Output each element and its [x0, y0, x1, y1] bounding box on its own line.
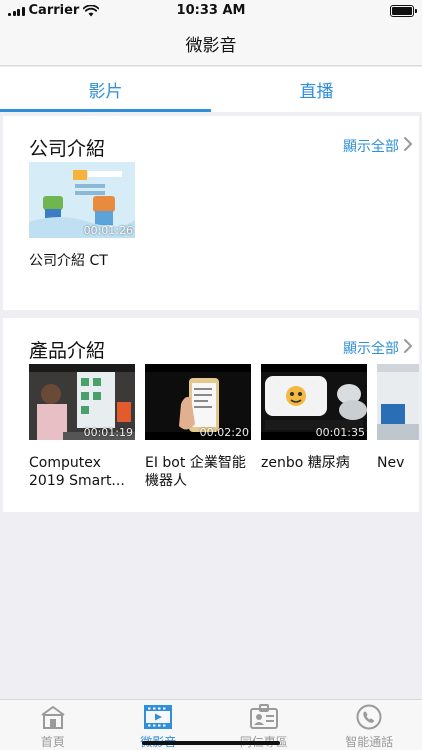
video-card[interactable]: 00:01:26 公司介紹 CT	[29, 162, 135, 269]
film-icon	[144, 705, 173, 729]
tabbar-item-home[interactable]: 首頁	[0, 700, 106, 750]
video-card[interactable]: 00:01:19 Computex 2019 Smart...	[29, 364, 135, 489]
computex-thumbnail[interactable]: 00:01:19	[29, 364, 135, 440]
section-title: 公司介紹	[29, 138, 106, 160]
show-all-link[interactable]: 顯示全部	[343, 136, 399, 156]
tabbar-label: 首頁	[40, 735, 65, 749]
section-company-intro: 公司介紹 顯示全部 00:01:26 公司介紹 CT	[3, 116, 419, 310]
battery-icon	[390, 5, 417, 17]
id-card-icon	[249, 704, 278, 729]
page-title: 微影音	[185, 36, 237, 56]
partial-thumbnail[interactable]	[377, 364, 419, 440]
video-duration: 00:02:20	[199, 426, 249, 439]
video-title[interactable]: EI bot 企業智能機器人	[145, 454, 251, 490]
video-duration: 00:01:19	[83, 426, 133, 439]
tab-live-label: 直播	[299, 82, 334, 102]
thumbnail-graphic	[377, 364, 419, 440]
chevron-right-icon[interactable]	[402, 338, 414, 354]
status-bar: Carrier 10:33 AM	[0, 0, 422, 22]
home-icon	[41, 706, 65, 729]
company-intro-thumbnail[interactable]: 00:01:26	[29, 162, 135, 238]
video-card[interactable]: 00:01:35 zenbo 糖尿病	[261, 364, 367, 471]
navigation-bar: 微影音	[0, 22, 422, 66]
phone-icon	[356, 704, 382, 730]
tabbar-item-smart-call[interactable]: 智能通話	[317, 700, 422, 750]
section-product-intro: 產品介紹 顯示全部 00:01:19 Computex 2019 Smart..…	[3, 318, 419, 512]
video-duration: 00:01:35	[315, 426, 365, 439]
tab-videos-label: 影片	[88, 82, 123, 102]
segment-tabs: 影片 直播	[0, 67, 422, 112]
video-title[interactable]: Nev	[377, 454, 419, 472]
tabbar-label: 智能通話	[345, 735, 394, 749]
video-card[interactable]: 00:02:20 EI bot 企業智能機器人	[145, 364, 251, 489]
tab-videos[interactable]: 影片	[0, 67, 211, 112]
video-title[interactable]: zenbo 糖尿病	[261, 454, 367, 472]
home-indicator	[142, 741, 280, 745]
ei-bot-thumbnail[interactable]: 00:02:20	[145, 364, 251, 440]
tab-live[interactable]: 直播	[211, 67, 422, 112]
section-title: 產品介紹	[29, 340, 106, 362]
chevron-right-icon[interactable]	[402, 136, 414, 152]
video-duration: 00:01:26	[83, 224, 133, 237]
zenbo-thumbnail[interactable]: 00:01:35	[261, 364, 367, 440]
status-time: 10:33 AM	[176, 3, 246, 18]
video-title[interactable]: 公司介紹 CT	[29, 252, 135, 270]
video-card[interactable]: Nev	[377, 364, 419, 471]
show-all-link[interactable]: 顯示全部	[343, 338, 399, 358]
video-title[interactable]: Computex 2019 Smart...	[29, 454, 135, 490]
